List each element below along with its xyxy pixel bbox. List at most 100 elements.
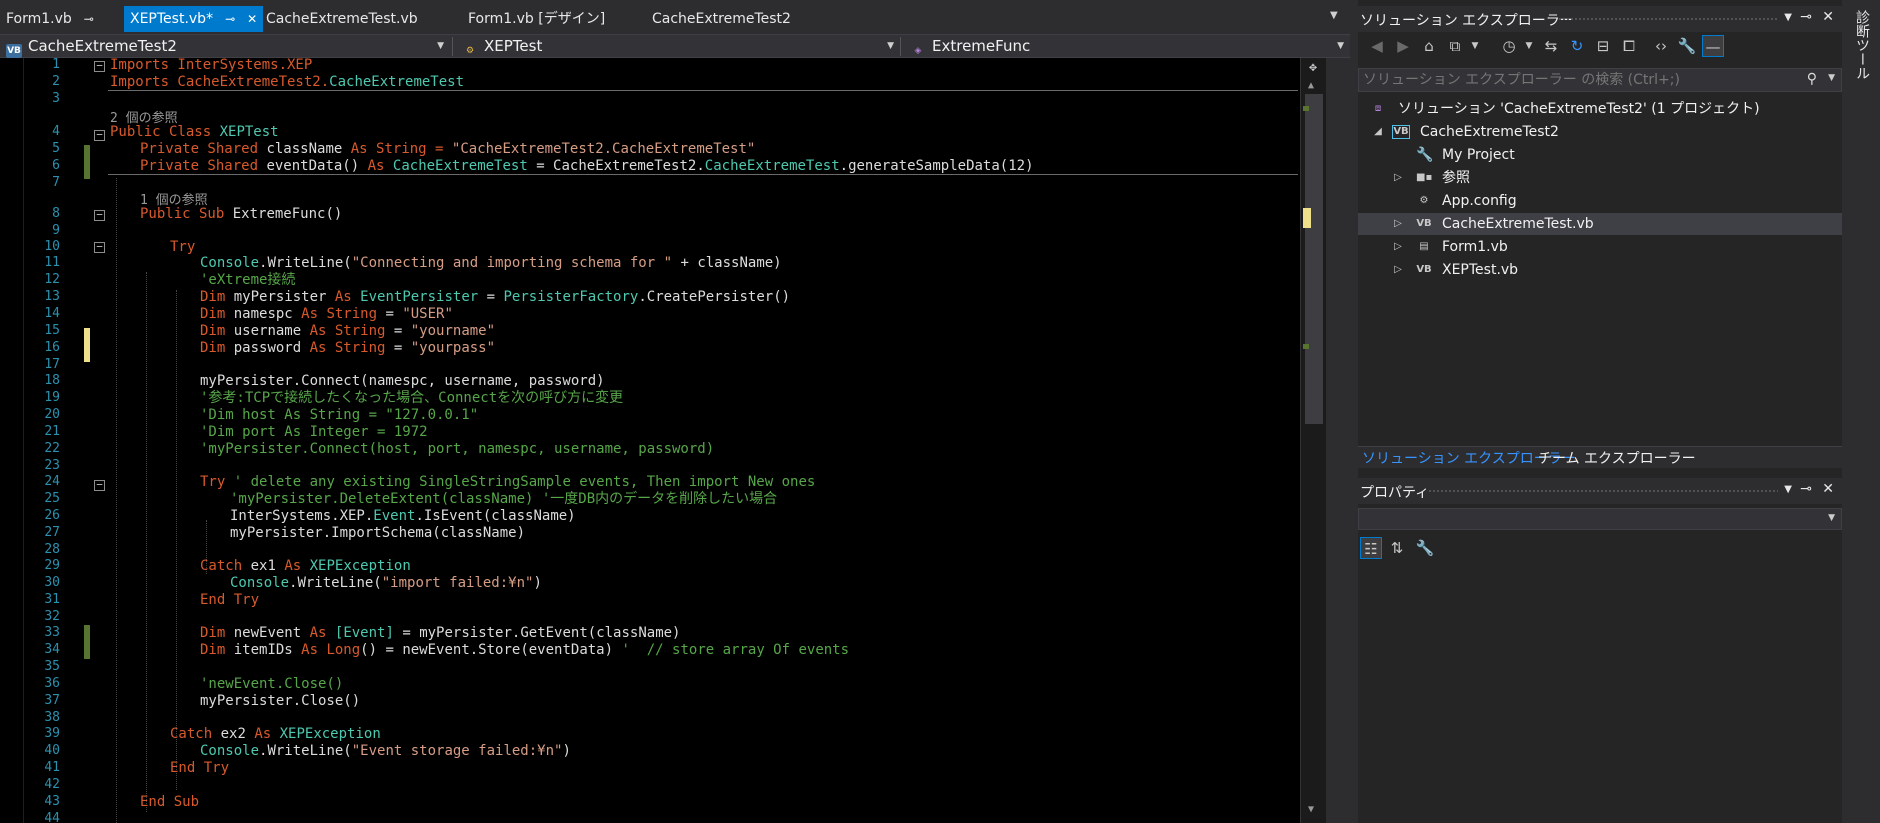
line-number: 39 [44,726,60,741]
sync-icon[interactable]: ⇆ [1540,35,1562,57]
tab-xeptest-vb[interactable]: XEPTest.vb* ⊸ ✕ [124,6,264,32]
tab-cacheextremetest-vb[interactable]: CacheExtremeTest.vb [266,8,418,30]
window-position-icon[interactable]: ▼ [1784,484,1792,495]
chevron-down-icon[interactable]: ▼ [1464,35,1486,57]
properties-toolbar: ☷ ⇅ 🔧 [1358,534,1842,562]
code-text: = [377,306,403,322]
code-text: Dim [200,642,226,658]
expanded-arrow-icon[interactable]: ◢ [1372,121,1384,143]
vertical-scrollbar[interactable]: ✥ ▲ ▼ [1300,58,1326,823]
scroll-down-icon[interactable]: ▼ [1308,804,1314,815]
alphabetical-icon[interactable]: ⇅ [1386,537,1408,559]
tree-label: 参照 [1442,170,1470,186]
preview-selected-icon[interactable]: — [1702,35,1724,57]
chevron-down-icon: ▼ [1828,513,1835,523]
categorized-icon[interactable]: ☷ [1360,537,1382,559]
code-text: "USER" [402,306,453,322]
code-line-1: Imports InterSystems.XEP [110,58,312,74]
solution-search-box[interactable]: ⚲ ▼ [1358,68,1842,92]
code-line-33: Dim newEvent As [Event] = myPersister.Ge… [200,625,680,642]
pin-icon[interactable]: ⊸ [84,12,94,26]
line-number: 13 [44,289,60,304]
line-number: 25 [44,491,60,506]
tree-item-cacheextremetest-vb[interactable]: ▷ VB CacheExtremeTest.vb [1358,213,1842,235]
collapsed-arrow-icon[interactable]: ▷ [1392,213,1404,235]
code-text: ex2 [212,726,255,742]
code-text: "yourpass" [410,340,496,356]
change-marker-saved [84,145,90,179]
pending-changes-icon[interactable]: ◷ [1498,35,1520,57]
diagnostic-tools-tab[interactable]: 診断ツール [1854,10,1872,80]
chevron-down-icon[interactable]: ▼ [1518,35,1540,57]
forward-icon[interactable]: ▶ [1392,35,1414,57]
tree-project[interactable]: ◢ VB CacheExtremeTest2 [1358,121,1842,143]
member-dropdown[interactable]: ◈ ExtremeFunc ▼ [904,36,1348,57]
collapsed-arrow-icon[interactable]: ▷ [1392,259,1404,281]
collapsed-arrow-icon[interactable]: ▷ [1392,167,1404,189]
tree-item-xeptest-vb[interactable]: ▷ VB XEPTest.vb [1358,259,1842,281]
code-text: Dim [200,340,226,356]
code-text: newEvent [225,625,310,641]
collapse-all-icon[interactable]: ⊟ [1592,35,1614,57]
line-number: 32 [44,609,60,624]
fold-toggle[interactable]: − [94,479,105,491]
glyph-margin [0,58,24,823]
code-line-24: Try ' delete any existing SingleStringSa… [200,474,815,491]
code-text: Catch [200,558,243,574]
home-icon[interactable]: ⌂ [1418,35,1440,57]
scrollbar-thumb[interactable] [1305,94,1323,424]
window-position-icon[interactable]: ▼ [1784,12,1792,23]
close-icon[interactable]: ✕ [1822,9,1834,25]
scroll-up-icon[interactable]: ▲ [1308,80,1314,91]
fold-toggle[interactable]: − [94,241,105,253]
switch-views-icon[interactable]: ⧉ [1444,35,1466,57]
drag-grip[interactable] [1428,489,1778,493]
close-icon[interactable]: ✕ [1822,481,1834,497]
code-line-11: Console.WriteLine("Connecting and import… [200,255,782,272]
fold-toggle[interactable]: − [94,129,105,141]
object-selector-dropdown[interactable]: ▼ [1358,508,1842,530]
fold-toggle[interactable]: − [94,60,105,72]
tree-solution[interactable]: ⧈ ソリューション 'CacheExtremeTest2' (1 プロジェクト) [1358,98,1842,120]
show-all-files-icon[interactable]: ⧠ [1618,35,1640,57]
search-icon[interactable]: ⚲ [1807,71,1817,87]
class-dropdown[interactable]: ⚙ XEPTest ▼ [456,36,898,57]
code-text: XEPException [309,558,411,574]
property-pages-icon[interactable]: 🔧 [1414,537,1436,559]
tab-overflow-icon[interactable]: ▼ [1330,10,1344,21]
tab-form1-vb[interactable]: Form1.vb ⊸ [6,8,94,30]
line-number: 43 [44,794,60,809]
tree-item-app-config[interactable]: ⚙ App.config [1358,190,1842,212]
tree-item-my-project[interactable]: 🔧 My Project [1358,144,1842,166]
tab-team-explorer[interactable]: チーム エクスプローラー [1536,449,1698,469]
code-text: PersisterFactory [503,289,639,305]
chevron-down-icon[interactable]: ▼ [1828,73,1835,83]
properties-wrench-icon[interactable]: 🔧 [1676,35,1698,57]
pin-icon[interactable]: ⊸ [1800,9,1812,25]
code-text: = [478,289,504,305]
tab-form1-design[interactable]: Form1.vb [デザイン] [468,8,605,30]
code-line-20: 'Dim host As String = "127.0.0.1" [200,407,478,424]
drag-grip[interactable] [1558,17,1778,21]
collapsed-arrow-icon[interactable]: ▷ [1392,236,1404,258]
code-text: "CacheExtremeTest2.CacheExtremeTest" [451,141,756,157]
tree-label: CacheExtremeTest2 [1420,124,1559,140]
tree-item-form1-vb[interactable]: ▷ ▤ Form1.vb [1358,236,1842,258]
refresh-icon[interactable]: ↻ [1566,35,1588,57]
pin-icon[interactable]: ⊸ [225,12,235,26]
split-window-icon[interactable]: ✥ [1300,58,1326,78]
fold-toggle[interactable]: − [94,209,105,221]
project-dropdown[interactable]: VB CacheExtremeTest2 ▼ [0,36,448,58]
search-input[interactable] [1359,69,1799,91]
back-icon[interactable]: ◀ [1366,35,1388,57]
pin-icon[interactable]: ⊸ [1800,481,1812,497]
line-number: 3 [52,91,60,106]
code-editor[interactable]: 1 2 3 4 5 6 7 8 9 10 11 12 13 14 15 16 17 18 19 20 21 22 23 24 2… [0,58,1326,823]
view-code-icon[interactable]: ‹› [1650,35,1672,57]
close-icon[interactable]: ✕ [247,12,257,26]
tab-cacheextremetest2[interactable]: CacheExtremeTest2 [652,8,791,30]
code-area[interactable]: 1 2 3 4 5 6 7 8 9 10 11 12 13 14 15 16 17 18 19 20 21 22 23 24 2… [24,58,1326,823]
tree-item-references[interactable]: ▷ ■▪ 参照 [1358,167,1842,189]
properties-header: プロパティ ▼ ⊸ ✕ [1358,478,1842,504]
tree-label: ソリューション 'CacheExtremeTest2' (1 プロジェクト) [1398,101,1760,117]
